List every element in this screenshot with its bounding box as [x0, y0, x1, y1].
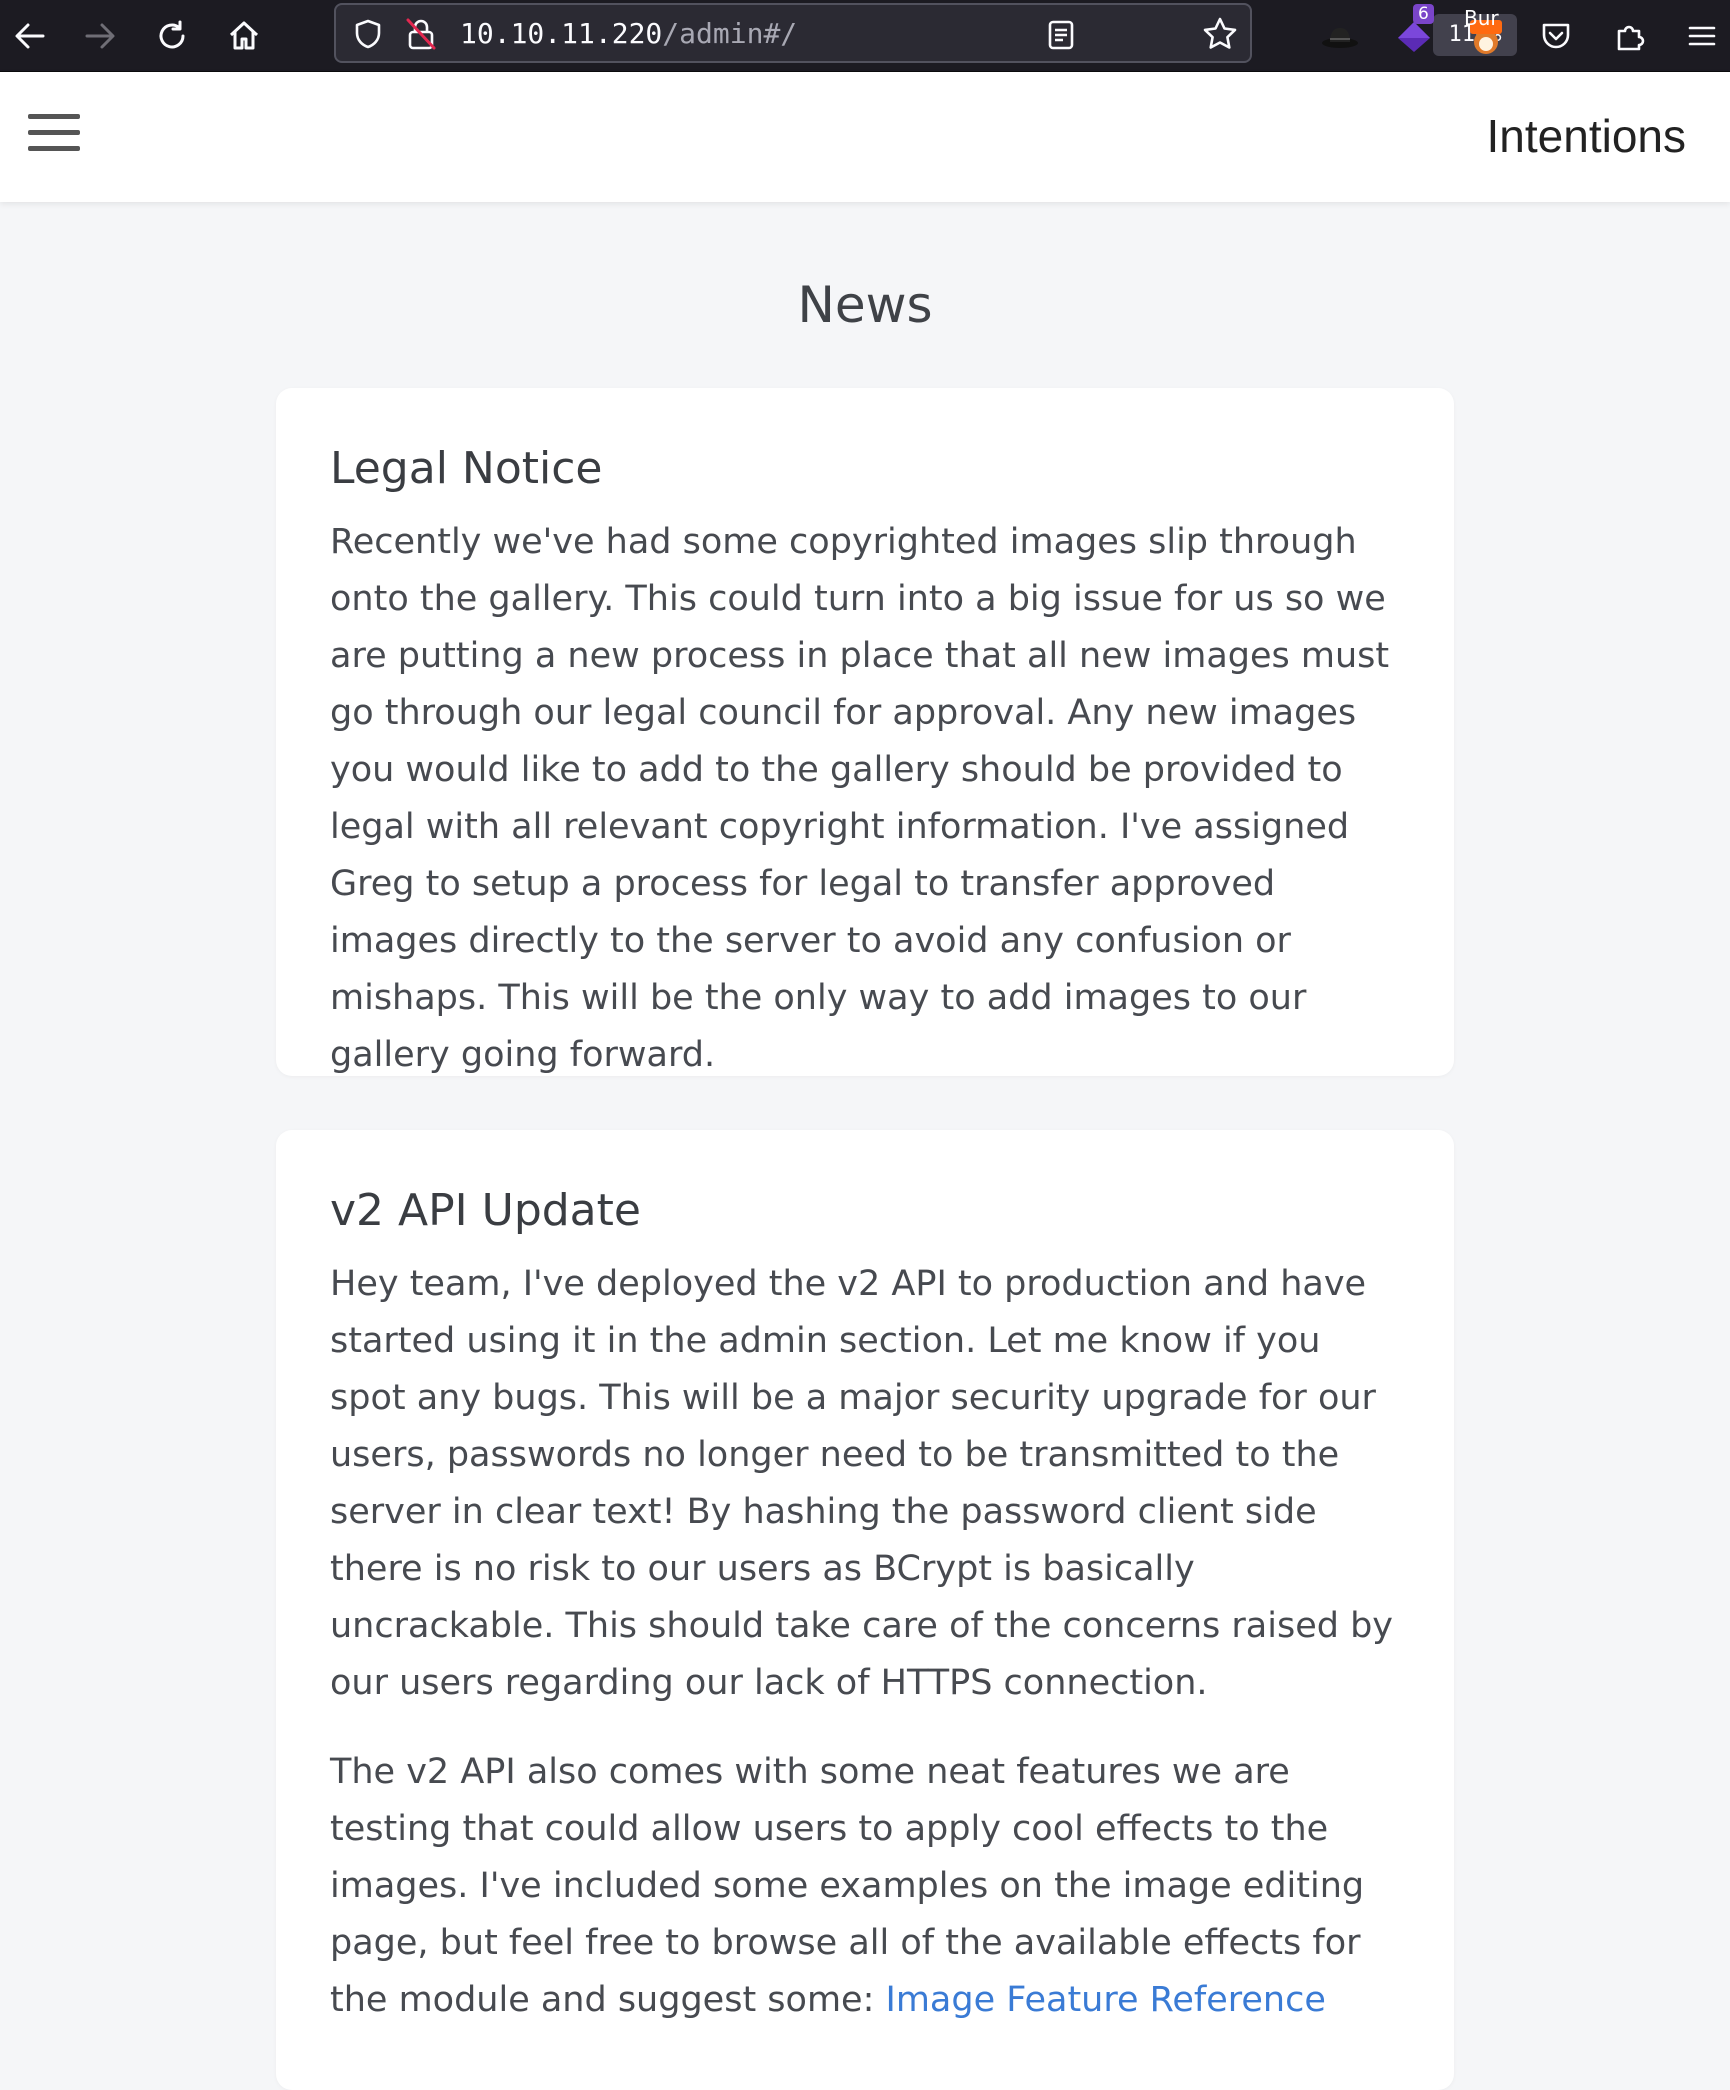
extension-burp-button[interactable]: Bur — [1458, 6, 1514, 64]
pocket-icon — [1542, 23, 1570, 49]
arrow-right-icon — [85, 23, 115, 49]
url-host: 10.10.11.220 — [460, 17, 663, 50]
hat-icon — [1322, 28, 1358, 48]
home-icon — [229, 21, 259, 50]
forward-button[interactable] — [72, 8, 128, 64]
news-card-body: Hey team, I've deployed the v2 API to pr… — [330, 1264, 1394, 1703]
url-path: /admin#/ — [662, 17, 798, 50]
app-menu-button[interactable] — [1674, 8, 1730, 64]
bookmark-star-icon[interactable] — [1202, 16, 1238, 52]
url-text[interactable]: 10.10.11.220/admin#/ — [460, 17, 797, 51]
page-title: News — [797, 276, 933, 334]
reload-icon — [159, 20, 185, 49]
puzzle-icon — [1617, 25, 1645, 51]
extension-badge: 6 — [1413, 4, 1434, 24]
sidebar-toggle-icon[interactable] — [28, 114, 80, 160]
extensions-button[interactable] — [1602, 8, 1658, 64]
menu-icon — [1688, 26, 1716, 46]
insecure-lock-icon — [406, 18, 436, 50]
browser-toolbar: 10.10.11.220/admin#/ 110% 6 Bur — [0, 0, 1730, 72]
pocket-button[interactable] — [1528, 8, 1584, 64]
news-card-title: Legal Notice — [330, 443, 603, 494]
extension-foxyproxy-button[interactable]: 6 — [1386, 4, 1442, 64]
extension-hat-button[interactable] — [1312, 8, 1368, 64]
news-card-title: v2 API Update — [330, 1185, 641, 1236]
news-card: Legal Notice Recently we've had some cop… — [276, 388, 1454, 1076]
back-button[interactable] — [2, 8, 58, 64]
burp-label: Bur — [1464, 6, 1499, 30]
image-feature-reference-link[interactable]: Image Feature Reference — [886, 1980, 1326, 2020]
site-brand[interactable]: Intentions — [1487, 108, 1686, 164]
site-header: Intentions — [0, 72, 1730, 202]
news-card-body: Recently we've had some copyrighted imag… — [330, 522, 1390, 1075]
arrow-left-icon — [15, 23, 45, 49]
reload-button[interactable] — [144, 8, 200, 64]
reader-view-icon[interactable] — [1046, 19, 1076, 51]
news-card: v2 API Update Hey team, I've deployed th… — [276, 1130, 1454, 2090]
shield-icon — [355, 19, 381, 49]
address-bar[interactable]: 10.10.11.220/admin#/ 110% — [334, 3, 1517, 63]
news-card-body: The v2 API also comes with some neat fea… — [330, 1744, 1400, 2029]
home-button[interactable] — [216, 8, 272, 64]
